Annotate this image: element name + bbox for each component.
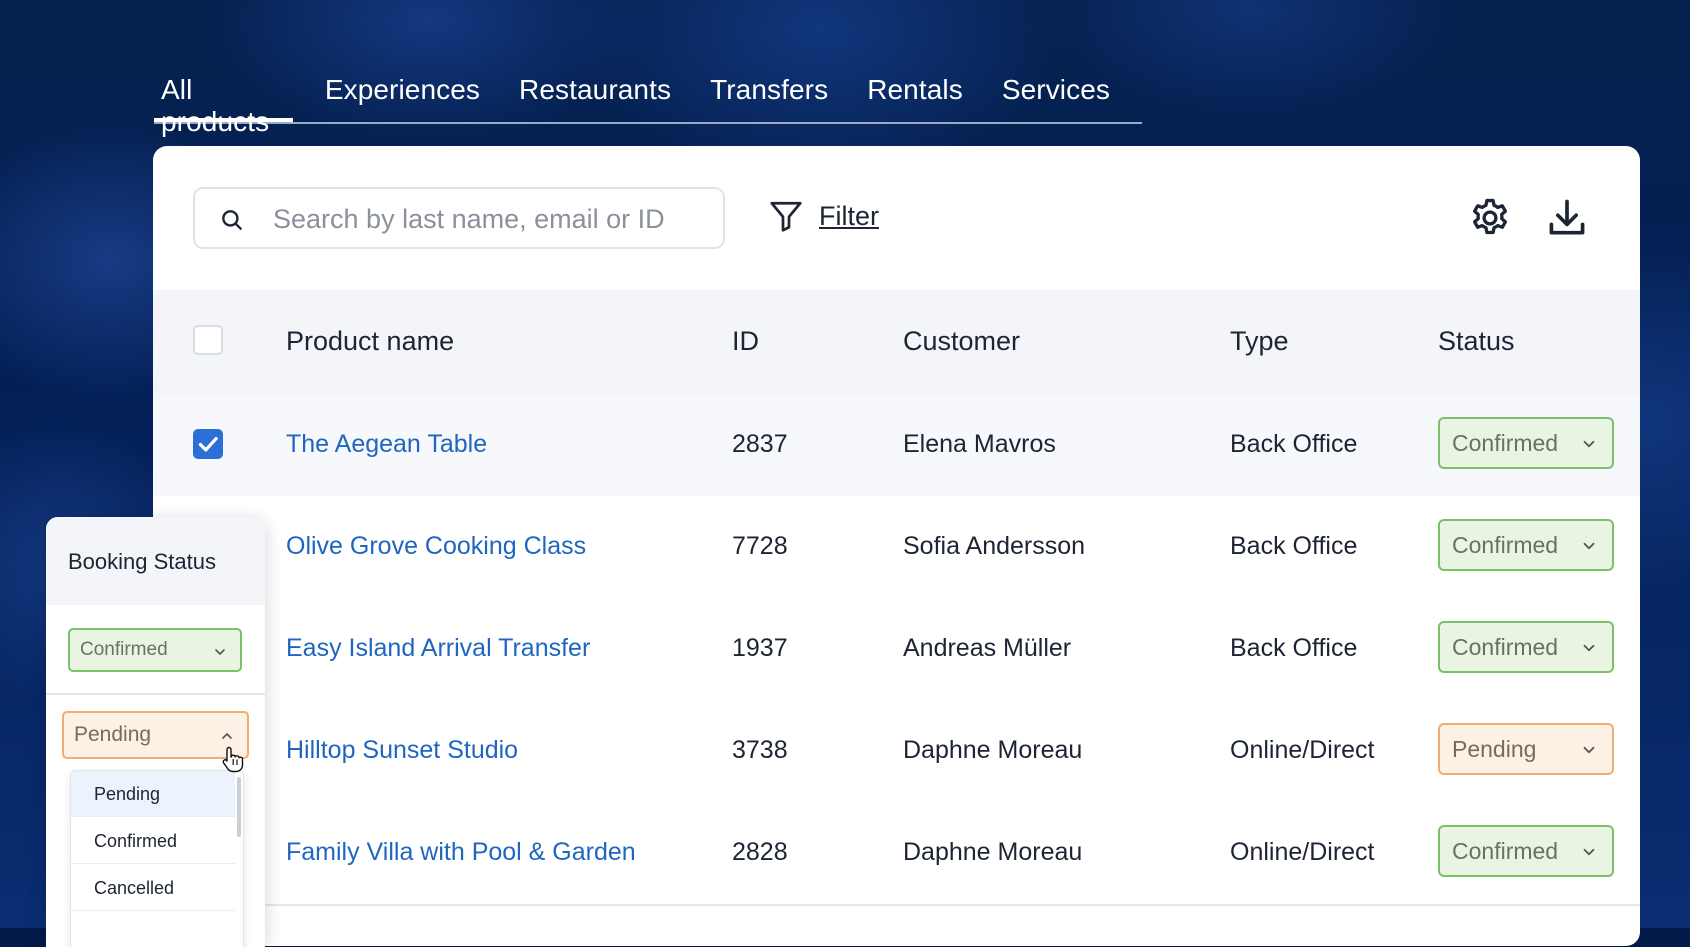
status-value: Pending bbox=[74, 723, 152, 746]
product-type: Back Office bbox=[1230, 532, 1358, 560]
download-icon[interactable] bbox=[1545, 196, 1589, 240]
tab-restaurants[interactable]: Restaurants bbox=[512, 66, 678, 120]
search-icon bbox=[222, 210, 242, 230]
product-id: 1937 bbox=[732, 634, 788, 662]
dropdown-option-pending[interactable]: Pending bbox=[71, 771, 235, 817]
status-value: Confirmed bbox=[1452, 837, 1559, 864]
dropdown-option-cancelled[interactable]: Cancelled bbox=[71, 865, 235, 911]
chevron-up-icon bbox=[222, 733, 232, 739]
chevron-down-icon bbox=[1583, 848, 1595, 856]
customer-name: Daphne Moreau bbox=[903, 838, 1083, 866]
chevron-down-icon bbox=[1583, 746, 1595, 754]
product-id: 7728 bbox=[732, 532, 788, 560]
product-tabs: All products Experiences Restaurants Tra… bbox=[154, 66, 1142, 137]
table-row[interactable]: The Aegean Table 2837 Elena Mavros Back … bbox=[153, 394, 1640, 498]
chevron-down-icon bbox=[1583, 644, 1595, 652]
tab-rentals[interactable]: Rentals bbox=[860, 66, 970, 120]
product-name-link[interactable]: Family Villa with Pool & Garden bbox=[286, 838, 636, 867]
status-dropdown-menu: Pending Confirmed Cancelled bbox=[70, 770, 244, 947]
select-all-checkbox[interactable] bbox=[193, 325, 223, 355]
tab-services[interactable]: Services bbox=[995, 66, 1117, 120]
column-customer[interactable]: Customer bbox=[903, 326, 1020, 357]
status-value: Confirmed bbox=[80, 639, 168, 660]
chevron-down-icon bbox=[1583, 440, 1595, 448]
dropdown-scrollbar[interactable] bbox=[237, 777, 241, 837]
status-select[interactable]: Confirmed bbox=[1438, 417, 1614, 469]
product-name-link[interactable]: Easy Island Arrival Transfer bbox=[286, 634, 590, 663]
product-type: Online/Direct bbox=[1230, 736, 1375, 764]
search-input[interactable] bbox=[271, 197, 715, 241]
status-select[interactable]: Confirmed bbox=[1438, 519, 1614, 571]
customer-name: Elena Mavros bbox=[903, 430, 1056, 458]
tab-experiences[interactable]: Experiences bbox=[318, 66, 487, 120]
product-type: Back Office bbox=[1230, 430, 1358, 458]
product-name-link[interactable]: The Aegean Table bbox=[286, 430, 487, 459]
status-select[interactable]: Confirmed bbox=[1438, 825, 1614, 877]
product-name-link[interactable]: Olive Grove Cooking Class bbox=[286, 532, 586, 561]
status-value: Confirmed bbox=[1452, 429, 1559, 456]
gear-icon[interactable] bbox=[1468, 196, 1512, 240]
table-row[interactable]: Family Villa with Pool & Garden 2828 Dap… bbox=[153, 802, 1640, 906]
customer-name: Sofia Andersson bbox=[903, 532, 1086, 560]
tab-transfers[interactable]: Transfers bbox=[703, 66, 835, 120]
status-value: Pending bbox=[1452, 735, 1537, 762]
filter-label: Filter bbox=[819, 200, 879, 231]
panel-title: Booking Status bbox=[68, 549, 216, 574]
tab-all-products[interactable]: All products bbox=[154, 66, 293, 137]
divider bbox=[46, 693, 265, 695]
product-id: 2837 bbox=[732, 430, 788, 458]
chevron-down-icon bbox=[1583, 542, 1595, 550]
product-name-link[interactable]: Hilltop Sunset Studio bbox=[286, 736, 518, 765]
table-header: Product name ID Customer Type Status bbox=[153, 290, 1640, 394]
column-type[interactable]: Type bbox=[1230, 326, 1289, 357]
filter-button[interactable]: Filter bbox=[767, 198, 879, 234]
status-select[interactable]: Confirmed bbox=[1438, 621, 1614, 673]
column-id[interactable]: ID bbox=[732, 326, 759, 357]
table-row[interactable]: Easy Island Arrival Transfer 1937 Andrea… bbox=[153, 598, 1640, 702]
column-status[interactable]: Status bbox=[1438, 326, 1515, 357]
chevron-down-icon bbox=[215, 649, 225, 655]
product-type: Back Office bbox=[1230, 634, 1358, 662]
products-card: Filter Product name ID Customer Type Sta… bbox=[153, 146, 1640, 946]
customer-name: Daphne Moreau bbox=[903, 736, 1083, 764]
booking-status-panel: Booking Status Confirmed Pending Pending… bbox=[46, 517, 265, 947]
hand-cursor-icon bbox=[222, 746, 244, 773]
table-row[interactable]: Hilltop Sunset Studio 3738 Daphne Moreau… bbox=[153, 700, 1640, 804]
column-product-name[interactable]: Product name bbox=[286, 326, 454, 357]
product-id: 3738 bbox=[732, 736, 788, 764]
check-icon bbox=[198, 436, 218, 452]
toolbar: Filter bbox=[153, 146, 1640, 290]
product-id: 2828 bbox=[732, 838, 788, 866]
confirmed-status-select[interactable]: Confirmed bbox=[68, 628, 242, 672]
status-value: Confirmed bbox=[1452, 531, 1559, 558]
dropdown-option-confirmed[interactable]: Confirmed bbox=[71, 818, 235, 864]
status-value: Confirmed bbox=[1452, 633, 1559, 660]
product-type: Online/Direct bbox=[1230, 838, 1375, 866]
filter-icon bbox=[770, 201, 802, 232]
panel-header: Booking Status bbox=[46, 517, 265, 605]
row-checkbox[interactable] bbox=[193, 429, 223, 459]
customer-name: Andreas Müller bbox=[903, 634, 1072, 662]
table-row[interactable]: Olive Grove Cooking Class 7728 Sofia And… bbox=[153, 496, 1640, 600]
search-box[interactable] bbox=[193, 187, 725, 249]
status-select[interactable]: Pending bbox=[1438, 723, 1614, 775]
